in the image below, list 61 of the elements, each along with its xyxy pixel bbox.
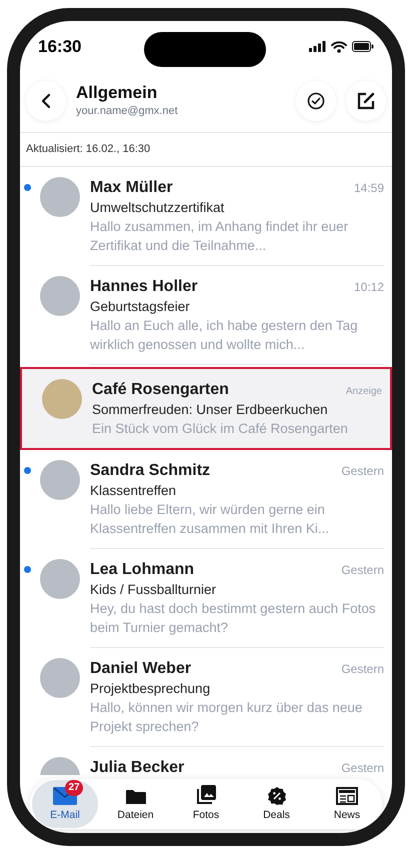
mail-time: Gestern xyxy=(341,462,384,480)
folder-icon xyxy=(126,788,146,805)
mail-time: Gestern xyxy=(341,562,384,578)
updated-timestamp: Aktualisiert: 16.02., 16:30 xyxy=(26,142,150,157)
avatar-placeholder xyxy=(40,460,80,500)
mail-subject: Kids / Fussballturnier xyxy=(90,580,218,598)
select-button[interactable] xyxy=(296,81,336,121)
ad-row[interactable]: Café Rosengarten Anzeige Sommerfreuden: Unser Erdbeerkuchen Ein Stück vom Glück im Café Rosengarten xyxy=(20,366,392,450)
sender-name: Max Müller xyxy=(90,178,173,198)
tab-item[interactable]: Fotos xyxy=(173,780,239,828)
newspaper-icon xyxy=(336,786,358,805)
tab-item[interactable]: News xyxy=(314,780,380,828)
status-time: 16:30 xyxy=(38,36,82,58)
mail-subject: Geburtstagsfeier xyxy=(90,298,191,316)
sender-name: Julia Becker xyxy=(90,758,184,774)
tab-item[interactable]: 27 E-Mail xyxy=(32,780,98,828)
back-icon xyxy=(41,93,51,109)
ad-label: Anzeige xyxy=(346,384,382,398)
account-address: your.name@gmx.net xyxy=(76,104,179,120)
sender-name: Hannes Holler xyxy=(90,276,198,296)
mail-time: Gestern xyxy=(341,760,384,774)
avatar-placeholder xyxy=(42,378,82,418)
photos-icon xyxy=(196,784,216,805)
mail-preview: Hallo an Euch alle, ich habe gestern den Tag wirklich genossen und wollte mich... xyxy=(90,316,359,354)
mail-preview: Hallo liebe Eltern, wir würden gerne ein Klassentreffen zusammen mit Ihren Ki... xyxy=(90,500,330,538)
compose-button[interactable] xyxy=(346,81,386,121)
mail-row[interactable]: Hannes Holler 10:12 Geburtstagsfeier Hallo an Euch alle, ich habe gestern den Tag wirklich genossen und wollte mich... xyxy=(20,266,392,364)
sender-name: Daniel Weber xyxy=(90,658,192,678)
mail-subject: Sommerfreuden: Unser Erdbeerkuchen xyxy=(92,400,329,418)
battery-icon xyxy=(352,41,374,52)
signal-icon xyxy=(309,41,326,52)
percent-badge-icon xyxy=(268,786,286,805)
mail-preview: Ein Stück vom Glück im Café Rosengarten xyxy=(92,420,349,438)
avatar-placeholder xyxy=(40,276,80,316)
wifi-icon xyxy=(331,40,347,52)
mail-time: Gestern xyxy=(341,660,384,678)
avatar-placeholder xyxy=(40,176,80,216)
check-circle-icon xyxy=(307,92,325,110)
avatar-placeholder xyxy=(40,658,80,698)
folder-title: Allgemein xyxy=(76,82,158,104)
mail-row[interactable]: Lea Lohmann Gestern Kids / Fussballturnier Hey, du hast doch bestimmt gestern auch Fotos beim Turnier gemacht? xyxy=(20,548,392,648)
sender-name: Lea Lohmann xyxy=(90,560,194,580)
unread-count-badge: 27 xyxy=(65,780,83,796)
mail-preview: Hey, du hast doch bestimmt gestern auch Fotos beim Turnier gemacht? xyxy=(90,600,377,636)
tab-item[interactable]: Dateien xyxy=(102,780,168,828)
mail-subject: Projektbesprechung xyxy=(90,680,212,698)
sender-name: Sandra Schmitz xyxy=(90,460,210,480)
mail-row[interactable]: Daniel Weber Gestern Projektbesprechung Hallo, können wir morgen kurz über das neue Projekt sprechen? xyxy=(20,648,392,746)
mail-row[interactable]: Sandra Schmitz Gestern Klassentreffen Hallo liebe Eltern, wir würden gerne ein Klassentreffen zusammen mit Ihren Ki... xyxy=(20,450,392,548)
mail-time: 14:59 xyxy=(354,180,384,196)
mail-subject: Umweltschutzzertifikat xyxy=(90,198,226,216)
compose-icon xyxy=(357,92,375,110)
mail-row[interactable]: Max Müller 14:59 Umweltschutzzertifikat Hallo zusammen, im Anhang findet ihr euer Zertifikat und die Teilnahme... xyxy=(20,166,392,266)
tab-item[interactable]: Deals xyxy=(244,780,310,828)
mail-preview: Hallo, können wir morgen kurz über das neue Projekt sprechen? xyxy=(90,698,364,736)
mail-time: 10:12 xyxy=(354,278,384,296)
sender-name: Café Rosengarten xyxy=(92,380,229,400)
mail-subject: Klassentreffen xyxy=(90,482,178,500)
avatar-placeholder xyxy=(40,558,80,598)
mail-preview: Hallo zusammen, im Anhang findet ihr euer Zertifikat und die Teilnahme... xyxy=(90,218,350,254)
back-button[interactable] xyxy=(26,81,66,121)
